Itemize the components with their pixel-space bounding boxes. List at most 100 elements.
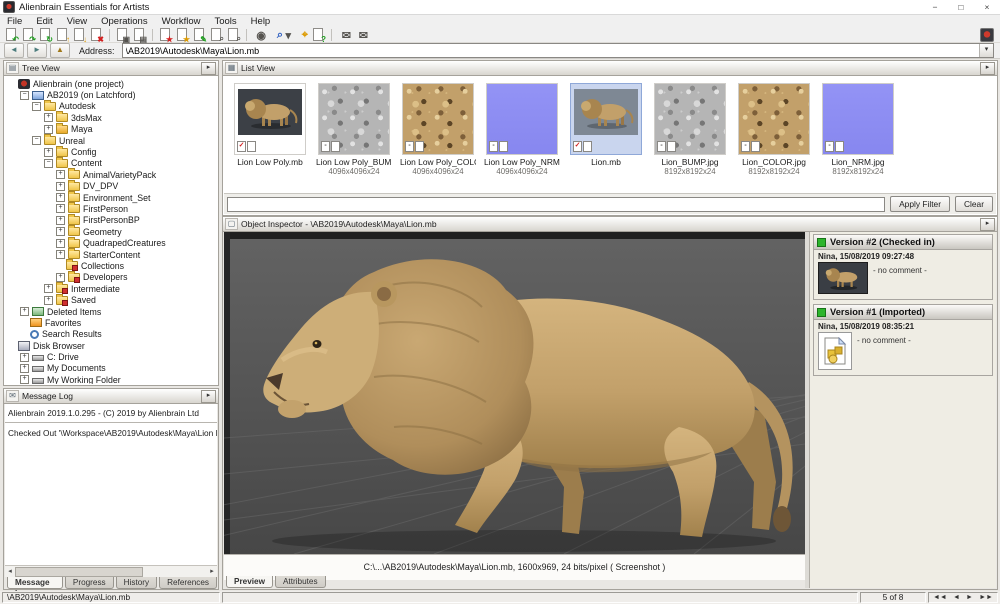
panel-menu-button[interactable]: ▸: [980, 218, 995, 231]
horizontal-scrollbar[interactable]: ◂ ▸: [5, 565, 217, 577]
collapse-icon[interactable]: −: [32, 136, 41, 145]
expand-icon[interactable]: +: [20, 364, 29, 373]
file-thumbnail-selected[interactable]: ✓ Lion.mb: [568, 83, 644, 195]
sync-icon[interactable]: ↻: [37, 27, 54, 42]
first-item-button[interactable]: ◄◄: [933, 593, 947, 602]
file-thumbnail[interactable]: - Lion Low Poly_BUMP... 4096x4096x24: [316, 83, 392, 195]
mail-settings-icon[interactable]: ✉: [353, 27, 370, 42]
expand-icon[interactable]: +: [56, 204, 65, 213]
expand-icon[interactable]: +: [56, 227, 65, 236]
file-thumbnail[interactable]: - Lion_NRM.jpg 8192x8192x24: [820, 83, 896, 195]
import-icon[interactable]: ★: [157, 27, 174, 42]
tree-item[interactable]: +DV_DPV: [56, 181, 217, 192]
scroll-right-icon[interactable]: ▸: [207, 567, 217, 577]
expand-icon[interactable]: +: [56, 250, 65, 259]
expand-icon[interactable]: +: [44, 148, 53, 157]
filter-input[interactable]: [227, 197, 885, 212]
version-thumbnail[interactable]: [818, 262, 868, 294]
tree-item[interactable]: Collections: [56, 260, 217, 271]
expand-icon[interactable]: +: [44, 284, 53, 293]
copy-icon[interactable]: ▣: [114, 27, 131, 42]
expand-icon[interactable]: +: [56, 170, 65, 179]
close-button[interactable]: ×: [974, 0, 1000, 14]
expand-icon[interactable]: +: [20, 375, 29, 384]
menu-file[interactable]: File: [0, 16, 29, 27]
expand-icon[interactable]: +: [56, 193, 65, 202]
panel-menu-button[interactable]: ▸: [201, 62, 216, 75]
tab-message-log[interactable]: Message Log: [7, 577, 63, 589]
expand-icon[interactable]: +: [20, 307, 29, 316]
tree-item[interactable]: +StarterContent: [56, 249, 217, 260]
undo-checkout-icon[interactable]: ↶: [3, 27, 20, 42]
last-item-button[interactable]: ►►: [979, 593, 993, 602]
tree-item[interactable]: +C: Drive: [20, 351, 217, 362]
tree-item[interactable]: +AnimalVarietyPack: [56, 169, 217, 180]
tree-item[interactable]: +Saved: [44, 294, 217, 305]
expand-icon[interactable]: +: [56, 182, 65, 191]
file-thumbnail[interactable]: - Lion_BUMP.jpg 8192x8192x24: [652, 83, 728, 195]
file-thumbnail[interactable]: ✓ Lion Low Poly.mb: [232, 83, 308, 195]
checkout-icon[interactable]: ↷: [20, 27, 37, 42]
expand-icon[interactable]: +: [56, 273, 65, 282]
expand-icon[interactable]: +: [44, 113, 53, 122]
file-thumbnail[interactable]: - Lion Low Poly_NRM.j... 4096x4096x24: [484, 83, 560, 195]
tree-item[interactable]: +My Working Folder: [20, 374, 217, 384]
tree-item[interactable]: +QuadrapedCreatures: [56, 237, 217, 248]
tab-progress[interactable]: Progress: [65, 577, 114, 589]
scrollbar-thumb[interactable]: [15, 567, 143, 577]
up-folder-button[interactable]: ▲: [50, 43, 70, 58]
tab-references[interactable]: References: [159, 577, 217, 589]
mail-icon[interactable]: ✉: [336, 27, 353, 42]
delete-icon[interactable]: ✖: [88, 27, 105, 42]
export-icon[interactable]: ★: [174, 27, 191, 42]
tree-item[interactable]: +FirstPersonBP: [56, 215, 217, 226]
get-latest-icon[interactable]: ↓: [71, 27, 88, 42]
expand-icon[interactable]: +: [56, 216, 65, 225]
help-icon[interactable]: ?: [310, 27, 327, 42]
tree-item[interactable]: +Maya: [44, 124, 217, 135]
tree-item[interactable]: +Deleted Items: [20, 306, 217, 317]
menu-view[interactable]: View: [60, 16, 94, 27]
address-input[interactable]: [123, 45, 979, 56]
collapse-icon[interactable]: −: [44, 159, 53, 168]
3d-viewport[interactable]: [224, 232, 805, 554]
tree-item[interactable]: Search Results: [20, 329, 217, 340]
tree-item[interactable]: +Intermediate: [44, 283, 217, 294]
file-thumbnail[interactable]: - Lion Low Poly_COLO... 4096x4096x24: [400, 83, 476, 195]
collapse-icon[interactable]: −: [20, 91, 29, 100]
search-icon[interactable]: ⌖: [293, 27, 310, 42]
tree-item[interactable]: Alienbrain (one project): [8, 78, 217, 89]
clear-filter-button[interactable]: Clear: [955, 196, 993, 212]
compare-icon[interactable]: ⌕: [225, 27, 242, 42]
paste-icon[interactable]: ▤: [131, 27, 148, 42]
menu-tools[interactable]: Tools: [207, 16, 243, 27]
menu-help[interactable]: Help: [244, 16, 278, 27]
tree-item[interactable]: +Developers: [56, 272, 217, 283]
file-thumbnail[interactable]: - Lion_COLOR.jpg 8192x8192x24: [736, 83, 812, 195]
address-dropdown-icon[interactable]: ▾: [979, 44, 993, 57]
find-in-files-icon[interactable]: ⌕: [208, 27, 225, 42]
zoom-icon[interactable]: ⌕: [268, 27, 285, 42]
3d-object-file-icon[interactable]: [818, 332, 852, 370]
tree-item[interactable]: +Environment_Set: [56, 192, 217, 203]
version-entry[interactable]: Version #2 (Checked in) Nina, 15/08/2019…: [813, 234, 993, 300]
menu-operations[interactable]: Operations: [94, 16, 154, 27]
next-item-button[interactable]: ►: [966, 593, 973, 602]
collapse-icon[interactable]: −: [32, 102, 41, 111]
panel-menu-button[interactable]: ▸: [201, 390, 216, 403]
panel-menu-button[interactable]: ▸: [980, 62, 995, 75]
edit-icon[interactable]: ✎: [191, 27, 208, 42]
tree-item[interactable]: +3dsMax: [44, 112, 217, 123]
checkin-icon[interactable]: ↑: [54, 27, 71, 42]
forward-button[interactable]: ►: [27, 43, 47, 58]
tree-item[interactable]: +My Documents: [20, 363, 217, 374]
expand-icon[interactable]: +: [20, 353, 29, 362]
tree-item[interactable]: +Config: [44, 146, 217, 157]
apply-filter-button[interactable]: Apply Filter: [890, 196, 950, 212]
scroll-left-icon[interactable]: ◂: [5, 567, 15, 577]
tree-item[interactable]: +Geometry: [56, 226, 217, 237]
expand-icon[interactable]: +: [56, 239, 65, 248]
back-button[interactable]: ◄: [4, 43, 24, 58]
show-icon[interactable]: ◉: [251, 27, 268, 42]
tree-item[interactable]: +FirstPerson: [56, 203, 217, 214]
